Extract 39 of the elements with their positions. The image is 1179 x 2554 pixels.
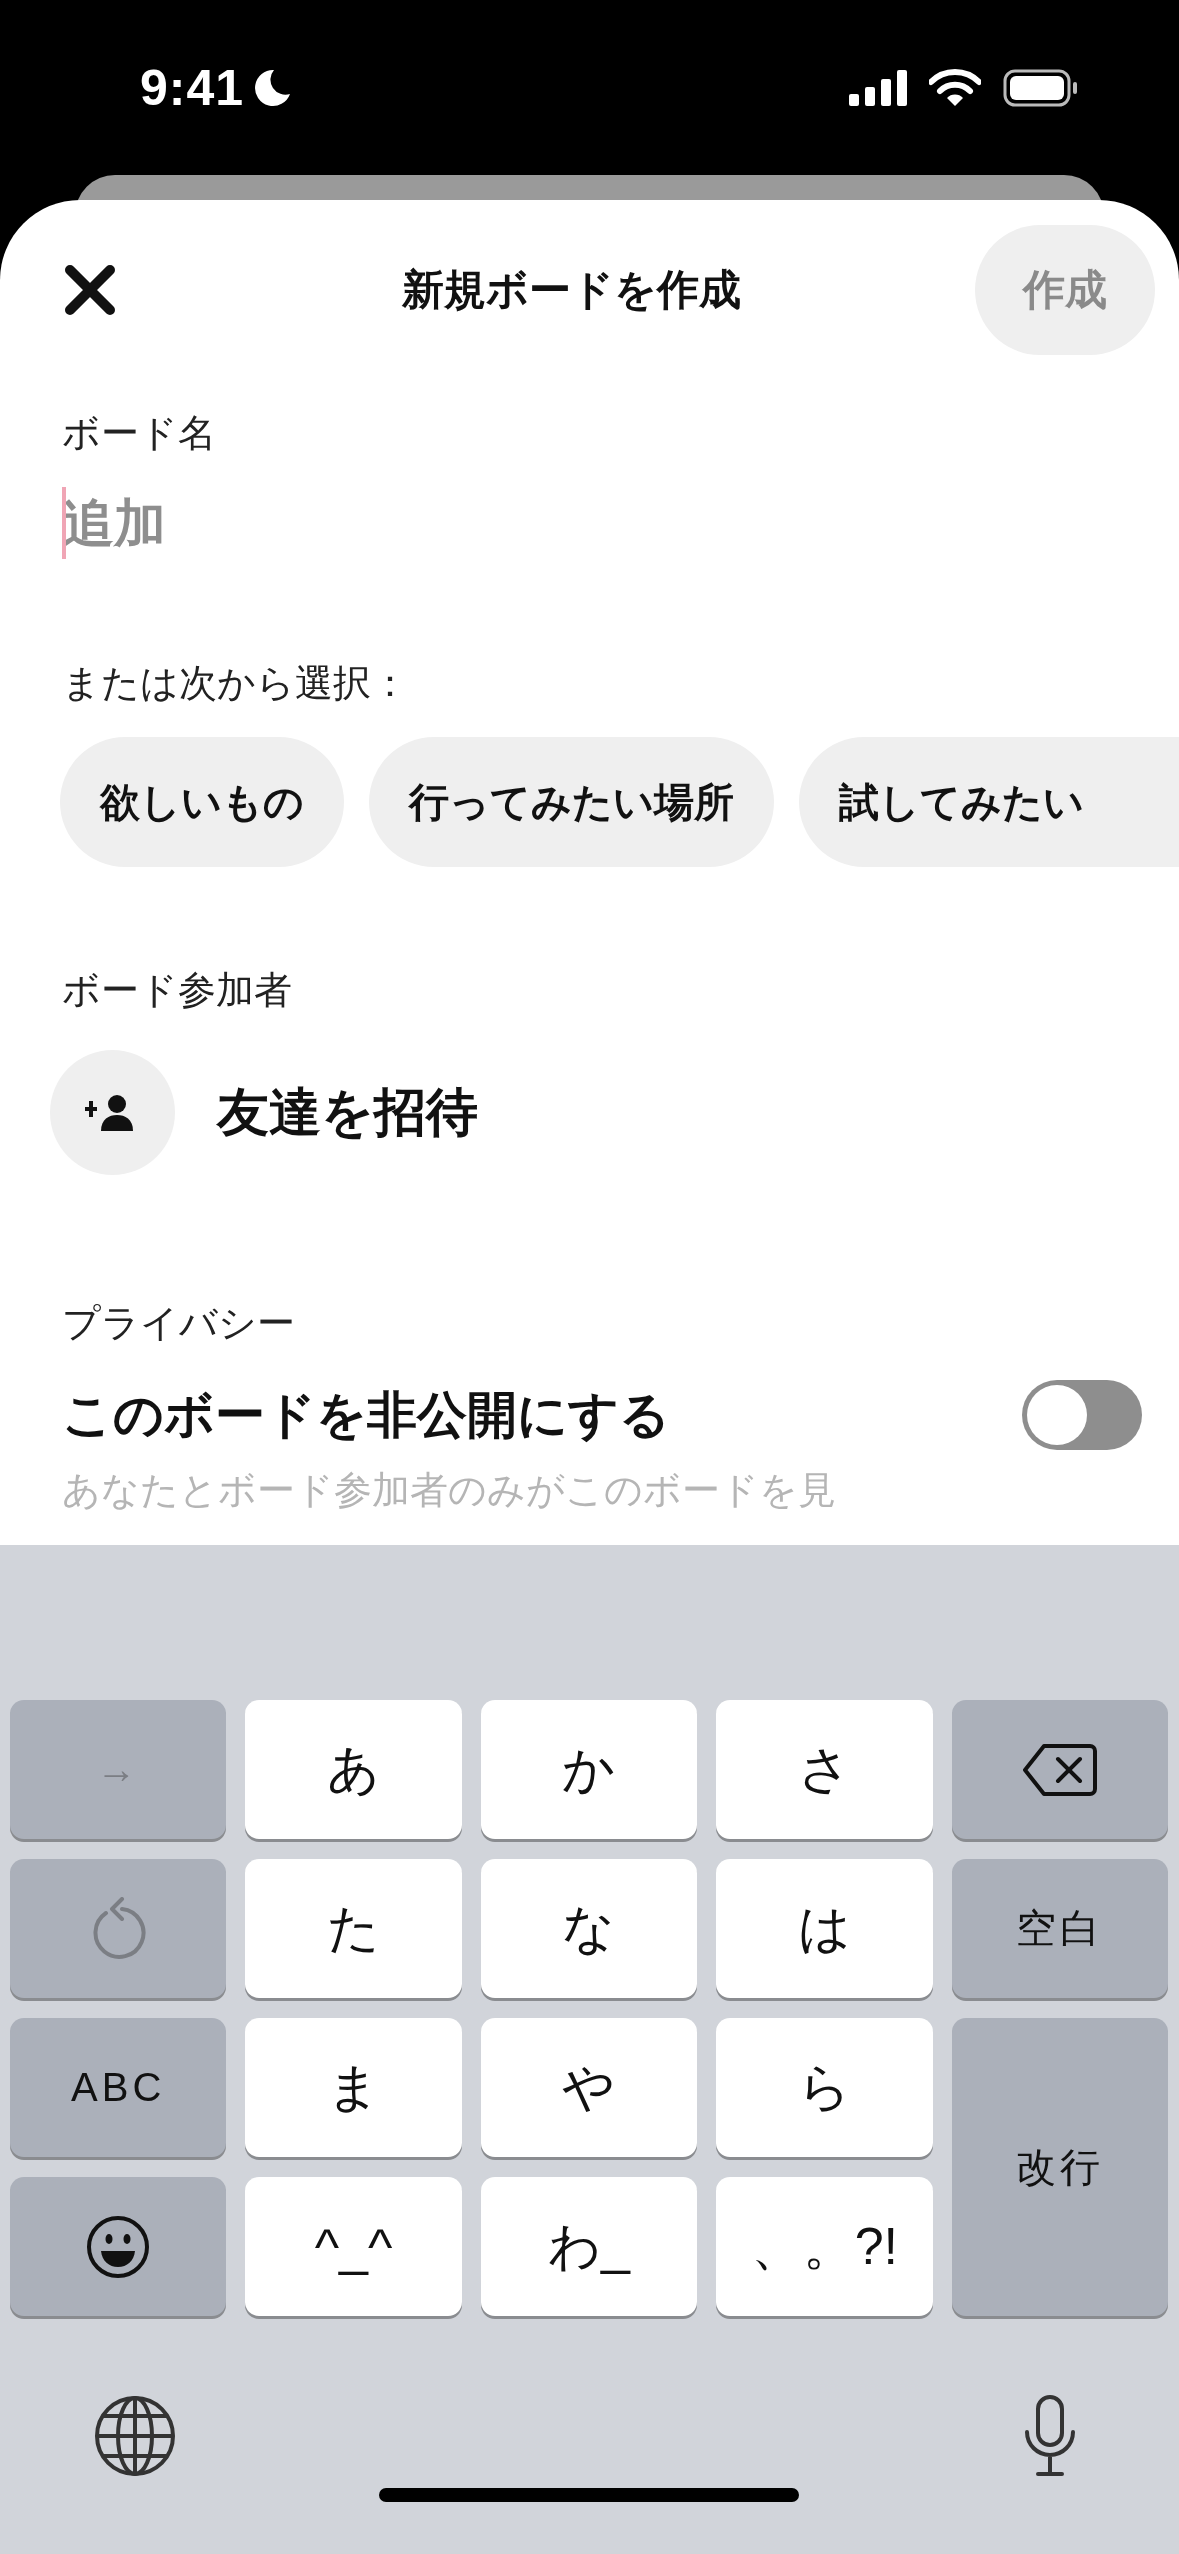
setting-title: このボードを非公開にする — [62, 1385, 671, 1445]
backspace-icon — [1021, 1742, 1098, 1797]
return-key[interactable]: 改行 — [951, 2018, 1168, 2316]
key[interactable]: ら — [716, 2018, 933, 2157]
key[interactable]: ABC — [10, 2018, 227, 2157]
backspace-key[interactable] — [951, 1700, 1168, 1839]
microphone-button[interactable] — [1022, 2394, 1078, 2478]
status-time: 9:41 — [140, 58, 245, 117]
key[interactable]: ^_^ — [245, 2177, 462, 2316]
key[interactable]: や — [480, 2018, 698, 2157]
close-button[interactable] — [62, 262, 118, 318]
section-label: ボード参加者 — [62, 968, 293, 1013]
moon-icon — [252, 67, 293, 108]
battery-icon — [1003, 68, 1079, 107]
key[interactable]: さ — [716, 1700, 933, 1839]
board-name-field[interactable]: 追加 — [62, 493, 562, 553]
key[interactable]: 、。?! — [716, 2177, 933, 2316]
emoji-icon — [86, 2214, 151, 2279]
key[interactable]: 空白 — [951, 1859, 1168, 1998]
key[interactable]: た — [245, 1859, 462, 1998]
suggestion-chip[interactable]: 欲しいもの — [60, 737, 344, 867]
signal-icon — [849, 69, 907, 106]
key[interactable]: は — [716, 1859, 933, 1998]
key[interactable]: な — [480, 1859, 698, 1998]
invite-label: 友達を招待 — [217, 1081, 478, 1143]
globe-button[interactable] — [93, 2394, 177, 2478]
sheet-title: 新規ボードを作成 — [401, 265, 742, 315]
key[interactable]: あ — [245, 1700, 462, 1839]
key[interactable]: ま — [245, 2018, 462, 2157]
key[interactable]: わ_ — [480, 2177, 698, 2316]
suggestion-chip[interactable]: 試してみたい — [799, 737, 1179, 867]
field-label: ボード名 — [62, 411, 217, 456]
emoji-key[interactable] — [10, 2177, 227, 2316]
setting-description: あなたとボード参加者のみがこのボードを見 — [62, 1468, 837, 1513]
section-label: プライバシー — [62, 1301, 296, 1346]
section-label: または次から選択： — [62, 661, 410, 706]
wifi-icon — [929, 68, 981, 107]
key[interactable]: か — [480, 1700, 698, 1839]
suggestion-chip[interactable]: 行ってみたい場所 — [369, 737, 774, 867]
